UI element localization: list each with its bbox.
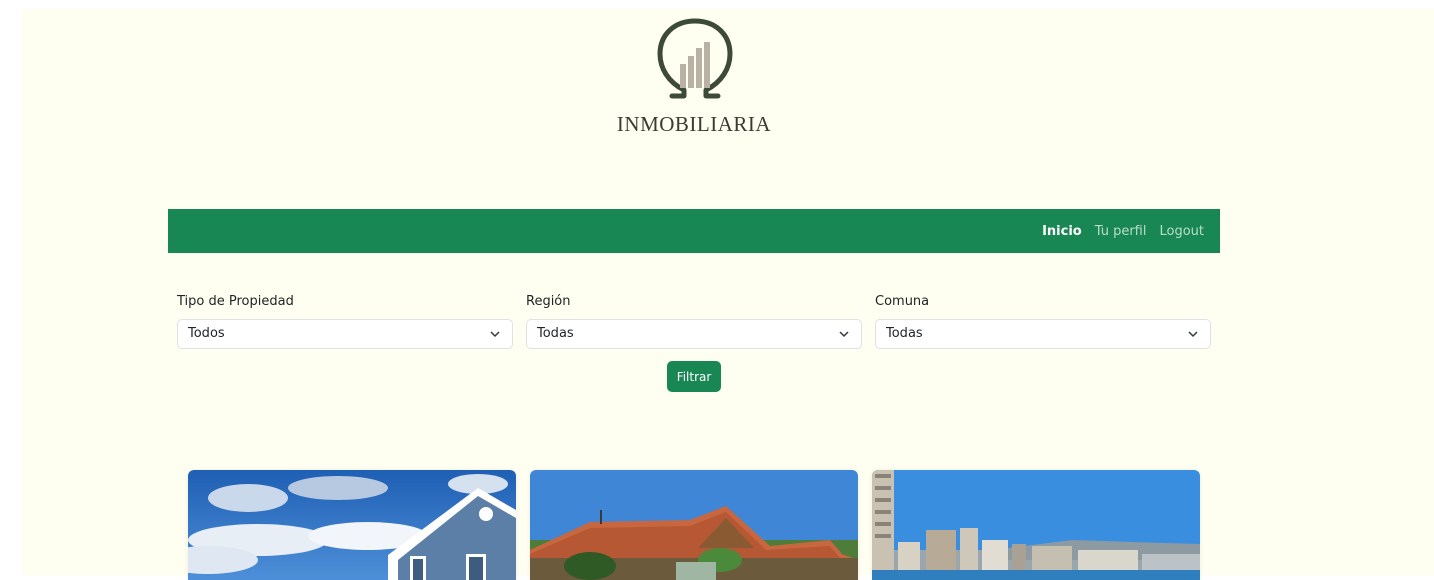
tiled-roof-house-image bbox=[530, 470, 858, 580]
omega-building-logo-icon bbox=[657, 18, 733, 99]
nav-link-logout[interactable]: Logout bbox=[1159, 224, 1204, 239]
region-select-value: Todas bbox=[537, 326, 574, 341]
brand-name: INMOBILIARIA bbox=[616, 112, 772, 136]
filter-tipo: Tipo de Propiedad Todos bbox=[177, 294, 513, 349]
tipo-select-value: Todos bbox=[188, 326, 225, 341]
filter-comuna-label: Comuna bbox=[875, 294, 930, 309]
nav-link-inicio[interactable]: Inicio bbox=[1042, 224, 1082, 239]
filter-tipo-label: Tipo de Propiedad bbox=[177, 294, 294, 309]
filter-region-label: Región bbox=[526, 294, 571, 309]
property-card[interactable] bbox=[530, 470, 858, 580]
property-card[interactable] bbox=[188, 470, 516, 580]
filter-comuna: Comuna Todas bbox=[875, 294, 1211, 349]
nav-links: Inicio Tu perfil Logout bbox=[1042, 209, 1204, 253]
chevron-down-icon bbox=[839, 320, 849, 348]
chevron-down-icon bbox=[1188, 320, 1198, 348]
property-card[interactable] bbox=[872, 470, 1200, 580]
nav-link-tu-perfil[interactable]: Tu perfil bbox=[1095, 224, 1147, 239]
comuna-select-value: Todas bbox=[886, 326, 923, 341]
property-list bbox=[181, 463, 1208, 580]
main-navbar: Inicio Tu perfil Logout bbox=[168, 209, 1220, 253]
site-header: INMOBILIARIA bbox=[0, 0, 1434, 150]
tipo-select[interactable]: Todos bbox=[177, 319, 513, 349]
blue-house-sky-image bbox=[188, 470, 516, 580]
comuna-select[interactable]: Todas bbox=[875, 319, 1211, 349]
filtrar-button[interactable]: Filtrar bbox=[667, 361, 721, 392]
filter-region: Región Todas bbox=[526, 294, 862, 349]
chevron-down-icon bbox=[490, 320, 500, 348]
region-select[interactable]: Todas bbox=[526, 319, 862, 349]
coastal-city-skyline-image bbox=[872, 470, 1200, 580]
